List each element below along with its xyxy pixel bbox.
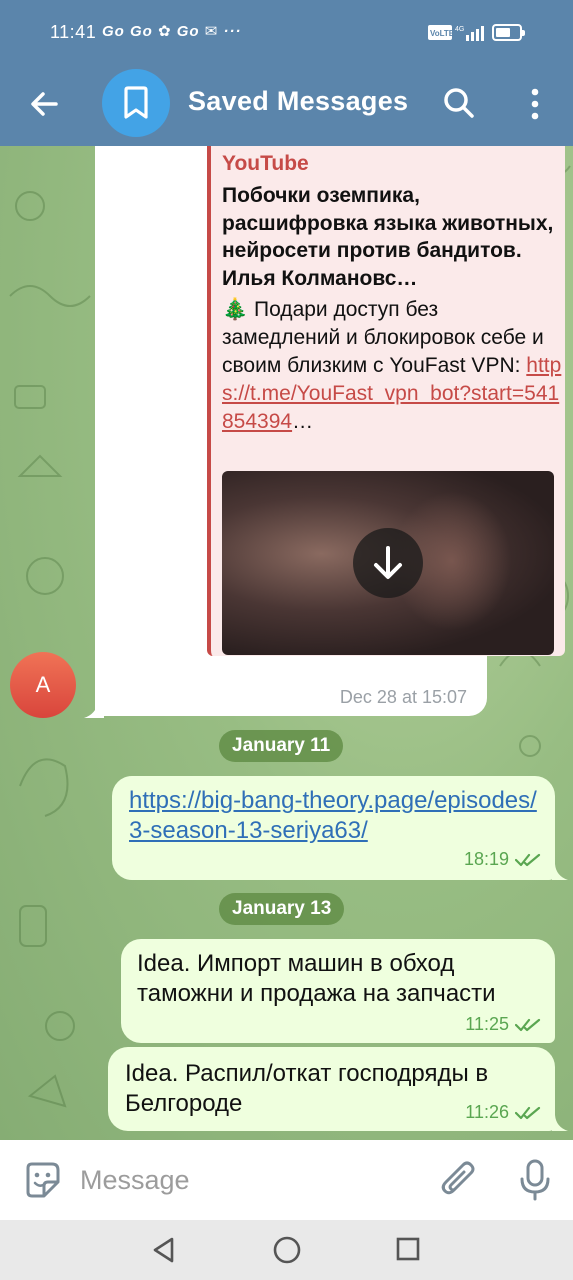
message-time: 11:26 <box>465 1102 509 1122</box>
message-meta: 18:19 <box>464 849 541 870</box>
status-bar: 11:41 Go Go ✿ Go ✉ ··· VoLTE 4G <box>0 0 573 64</box>
message-link[interactable]: https://big-bang-theory.page/episodes/3-… <box>129 787 537 844</box>
preview-description: 🎄 Подари доступ без замедлений и блокиро… <box>222 296 562 436</box>
outgoing-text-message[interactable]: Idea. Распил/откат господряды в Белгород… <box>108 1047 555 1131</box>
video-thumbnail[interactable] <box>222 471 554 655</box>
christmas-tree-emoji: 🎄 <box>222 298 249 321</box>
signal-icon: VoLTE 4G <box>428 25 484 41</box>
message-text: https://big-bang-theory.page/episodes/3-… <box>129 786 545 846</box>
bubble-tail <box>84 702 104 718</box>
message-time: 11:25 <box>465 1014 509 1034</box>
sticker-icon[interactable] <box>22 1160 62 1200</box>
more-vertical-icon[interactable] <box>520 84 550 124</box>
message-meta: 11:25 <box>465 1014 541 1035</box>
preview-ellipsis: … <box>292 410 314 433</box>
svg-text:4G: 4G <box>455 26 464 33</box>
saved-messages-avatar[interactable] <box>102 69 170 137</box>
bookmark-icon <box>124 86 148 119</box>
back-arrow-icon[interactable] <box>24 84 64 124</box>
paperclip-icon[interactable] <box>438 1158 480 1202</box>
outgoing-text-message[interactable]: Idea. Импорт машин в обход таможни и про… <box>121 939 555 1043</box>
nav-recent-apps-icon[interactable] <box>395 1236 421 1262</box>
search-icon[interactable] <box>440 84 480 124</box>
message-time: 18:19 <box>463 849 509 869</box>
preview-description-text: Подари доступ без замедлений и блокирово… <box>222 298 544 377</box>
preview-site-name: YouTube <box>222 152 309 175</box>
date-separator: January 13 <box>219 893 345 925</box>
link-preview[interactable]: YouTube Побочки оземпика, расшифровка яз… <box>207 146 565 656</box>
message-text: Idea. Импорт машин в обход таможни и про… <box>137 950 496 1007</box>
status-time: 11:41 <box>50 22 97 42</box>
bubble-tail <box>552 864 568 880</box>
bubble-tail <box>552 1115 568 1131</box>
download-icon <box>374 546 402 579</box>
preview-title: Побочки оземпика, расшифровка языка живо… <box>222 184 554 290</box>
chat-header: Saved Messages <box>0 64 573 146</box>
download-button[interactable] <box>353 528 423 598</box>
system-navigation-bar <box>0 1220 573 1280</box>
double-check-icon <box>515 853 541 866</box>
chat-title[interactable]: Saved Messages <box>188 86 408 117</box>
svg-text:VoLTE: VoLTE <box>430 29 455 38</box>
message-meta: 11:26 <box>465 1102 541 1123</box>
double-check-icon <box>515 1106 541 1119</box>
youtube-message-bubble[interactable]: YouTube Побочки оземпика, расшифровка яз… <box>95 146 565 716</box>
nav-home-icon[interactable] <box>272 1235 302 1265</box>
microphone-icon[interactable] <box>516 1158 554 1202</box>
sender-avatar[interactable]: A <box>10 652 76 718</box>
outgoing-link-message[interactable]: https://big-bang-theory.page/episodes/3-… <box>112 776 555 880</box>
double-check-icon <box>515 1018 541 1031</box>
message-time: Dec 28 at 15:07 <box>339 687 467 707</box>
battery-icon <box>492 24 525 41</box>
message-composer <box>0 1140 573 1220</box>
chat-area[interactable]: YouTube Побочки оземпика, расшифровка яз… <box>0 146 573 1140</box>
message-input[interactable] <box>80 1160 420 1200</box>
date-separator: January 11 <box>219 730 344 762</box>
nav-back-icon[interactable] <box>150 1236 178 1264</box>
notification-icons: Go Go ✿ Go ✉ ··· <box>102 23 242 40</box>
